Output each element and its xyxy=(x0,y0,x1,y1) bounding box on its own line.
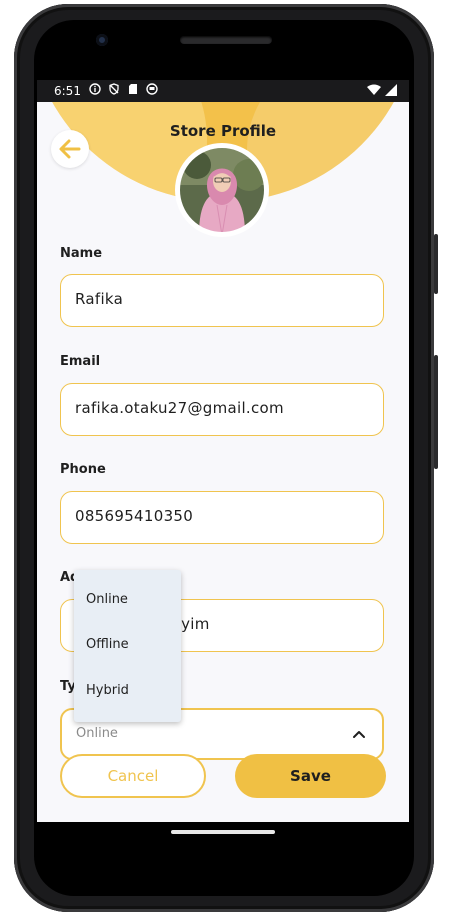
home-indicator[interactable] xyxy=(171,830,275,834)
phone-field[interactable]: 085695410350 xyxy=(60,491,384,544)
name-field[interactable]: Rafika xyxy=(60,274,384,327)
page-title: Store Profile xyxy=(169,122,277,140)
app-screen: 6:51 Store Profile Name Rafika Email raf… xyxy=(37,80,409,822)
volume-button xyxy=(434,234,438,294)
phone-label: Phone xyxy=(60,462,106,477)
dropdown-option-offline[interactable]: Offline xyxy=(86,637,129,652)
name-label: Name xyxy=(60,246,103,261)
email-label: Email xyxy=(60,354,101,369)
dropdown-option-hybrid[interactable]: Hybrid xyxy=(86,683,129,698)
dropdown-option-online[interactable]: Online xyxy=(86,592,128,607)
info-icon xyxy=(89,83,101,95)
front-camera xyxy=(96,34,108,46)
type-selected-value: Online xyxy=(76,726,118,741)
sd-card-icon xyxy=(129,84,137,94)
shield-off-icon xyxy=(109,83,119,95)
save-button[interactable]: Save xyxy=(235,754,386,798)
profile-photo xyxy=(177,145,267,235)
app-notification-icon xyxy=(146,83,158,95)
chevron-up-icon[interactable] xyxy=(352,727,366,741)
status-time: 6:51 xyxy=(54,84,81,98)
avatar[interactable] xyxy=(177,145,267,235)
status-bar: 6:51 xyxy=(37,80,409,102)
power-button xyxy=(434,355,438,469)
wifi-icon xyxy=(367,84,381,95)
status-notification-icons xyxy=(89,83,158,95)
type-dropdown-menu: Online Offline Hybrid xyxy=(74,570,181,722)
signal-icon xyxy=(385,84,397,96)
email-field[interactable]: rafika.otaku27@gmail.com xyxy=(60,383,384,436)
earpiece-speaker xyxy=(180,36,272,44)
status-system-icons xyxy=(367,84,397,96)
cancel-button[interactable]: Cancel xyxy=(60,754,206,798)
